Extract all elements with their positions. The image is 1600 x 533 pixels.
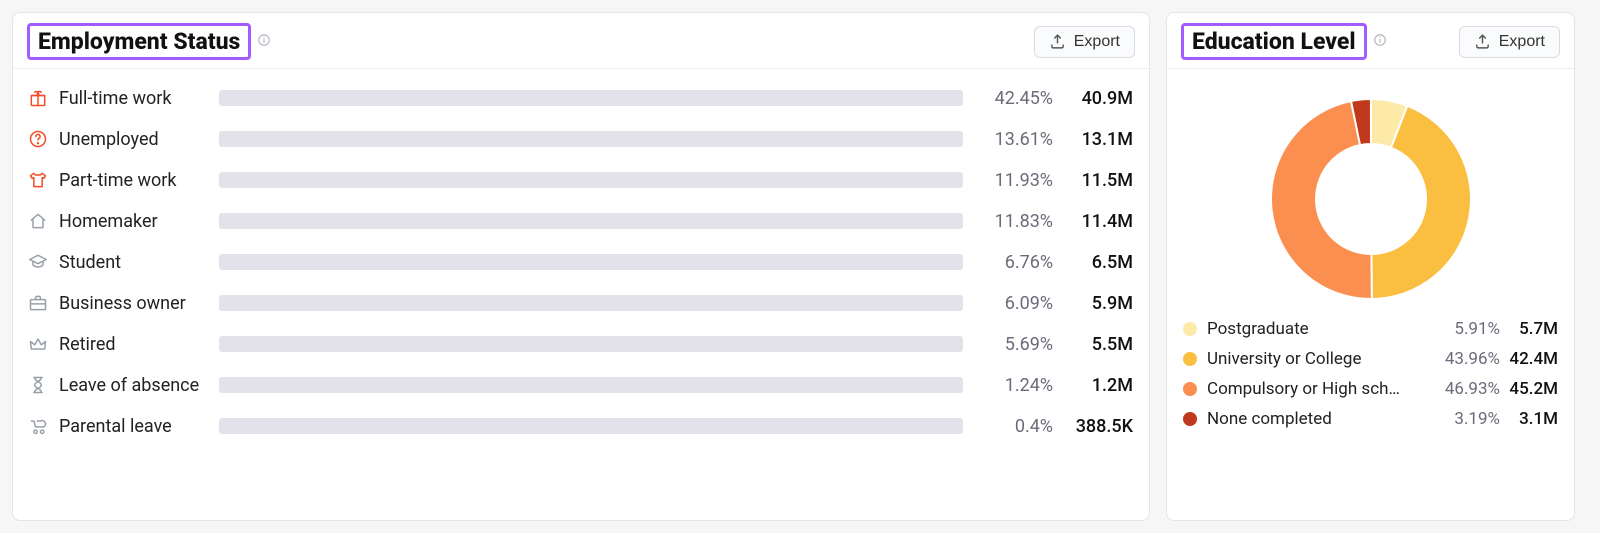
education-header: Education Level Export — [1167, 13, 1574, 69]
legend-label: Postgraduate — [1207, 319, 1432, 339]
row-percent: 1.24% — [973, 375, 1053, 396]
row-label: Unemployed — [59, 129, 209, 150]
row-bar — [219, 336, 963, 352]
export-button[interactable]: Export — [1459, 26, 1560, 58]
export-icon — [1474, 33, 1491, 50]
tshirt-icon — [27, 169, 49, 191]
crown-icon — [27, 333, 49, 355]
education-title: Education Level — [1181, 23, 1367, 60]
home-icon — [27, 210, 49, 232]
row-value: 11.4M — [1063, 211, 1133, 232]
employment-row: Business owner 6.09% 5.9M — [27, 292, 1133, 314]
legend-row: University or College43.96%42.4M — [1183, 349, 1558, 369]
legend-label: University or College — [1207, 349, 1432, 369]
row-value: 6.5M — [1063, 252, 1133, 273]
question-icon — [27, 128, 49, 150]
legend-dot — [1183, 352, 1197, 366]
employment-row: Unemployed 13.61% 13.1M — [27, 128, 1133, 150]
legend-row: None completed3.19%3.1M — [1183, 409, 1558, 429]
legend-value: 3.1M — [1500, 409, 1558, 429]
education-card: Education Level Export Postgraduate5.91%… — [1166, 12, 1575, 521]
export-label: Export — [1074, 33, 1120, 51]
row-bar — [219, 377, 963, 393]
row-value: 388.5K — [1063, 416, 1133, 437]
row-bar — [219, 418, 963, 434]
stroller-icon — [27, 415, 49, 437]
legend-percent: 3.19% — [1432, 409, 1500, 429]
row-bar — [219, 172, 963, 188]
employment-header: Employment Status Export — [13, 13, 1149, 69]
legend-value: 5.7M — [1500, 319, 1558, 339]
employment-row: Parental leave 0.4% 388.5K — [27, 415, 1133, 437]
row-label: Business owner — [59, 293, 209, 314]
export-button[interactable]: Export — [1034, 26, 1135, 58]
employment-row: Leave of absence 1.24% 1.2M — [27, 374, 1133, 396]
legend-percent: 46.93% — [1432, 379, 1500, 399]
legend-dot — [1183, 322, 1197, 336]
gradcap-icon — [27, 251, 49, 273]
row-bar — [219, 90, 963, 106]
legend-value: 42.4M — [1500, 349, 1558, 369]
education-legend: Postgraduate5.91%5.7M University or Colle… — [1167, 319, 1574, 445]
legend-row: Compulsory or High sch…46.93%45.2M — [1183, 379, 1558, 399]
row-value: 13.1M — [1063, 129, 1133, 150]
row-value: 5.9M — [1063, 293, 1133, 314]
employment-row: Retired 5.69% 5.5M — [27, 333, 1133, 355]
row-percent: 42.45% — [973, 88, 1053, 109]
legend-row: Postgraduate5.91%5.7M — [1183, 319, 1558, 339]
row-value: 40.9M — [1063, 88, 1133, 109]
row-percent: 13.61% — [973, 129, 1053, 150]
gift-icon — [27, 87, 49, 109]
employment-card: Employment Status Export Full-time work 4… — [12, 12, 1150, 521]
info-icon[interactable] — [1373, 32, 1387, 51]
row-value: 1.2M — [1063, 375, 1133, 396]
employment-row: Student 6.76% 6.5M — [27, 251, 1133, 273]
export-label: Export — [1499, 33, 1545, 51]
row-label: Full-time work — [59, 88, 209, 109]
briefcase-icon — [27, 292, 49, 314]
education-donut — [1167, 69, 1574, 319]
row-bar — [219, 213, 963, 229]
legend-percent: 5.91% — [1432, 319, 1500, 339]
employment-row: Full-time work 42.45% 40.9M — [27, 87, 1133, 109]
row-label: Student — [59, 252, 209, 273]
row-percent: 11.93% — [973, 170, 1053, 191]
row-value: 11.5M — [1063, 170, 1133, 191]
row-percent: 6.09% — [973, 293, 1053, 314]
row-percent: 11.83% — [973, 211, 1053, 232]
row-bar — [219, 254, 963, 270]
row-percent: 5.69% — [973, 334, 1053, 355]
legend-dot — [1183, 412, 1197, 426]
employment-title: Employment Status — [27, 23, 251, 60]
employment-row: Part-time work 11.93% 11.5M — [27, 169, 1133, 191]
employment-rows: Full-time work 42.45% 40.9M Unemployed 13.61… — [13, 69, 1149, 455]
legend-dot — [1183, 382, 1197, 396]
legend-percent: 43.96% — [1432, 349, 1500, 369]
row-percent: 6.76% — [973, 252, 1053, 273]
row-percent: 0.4% — [973, 416, 1053, 437]
row-label: Parental leave — [59, 416, 209, 437]
export-icon — [1049, 33, 1066, 50]
row-label: Retired — [59, 334, 209, 355]
row-bar — [219, 295, 963, 311]
employment-row: Homemaker 11.83% 11.4M — [27, 210, 1133, 232]
row-bar — [219, 131, 963, 147]
row-label: Homemaker — [59, 211, 209, 232]
info-icon[interactable] — [257, 32, 271, 51]
legend-label: None completed — [1207, 409, 1432, 429]
row-label: Part-time work — [59, 170, 209, 191]
legend-value: 45.2M — [1500, 379, 1558, 399]
legend-label: Compulsory or High sch… — [1207, 379, 1432, 399]
row-value: 5.5M — [1063, 334, 1133, 355]
hourglass-icon — [27, 374, 49, 396]
row-label: Leave of absence — [59, 375, 209, 396]
